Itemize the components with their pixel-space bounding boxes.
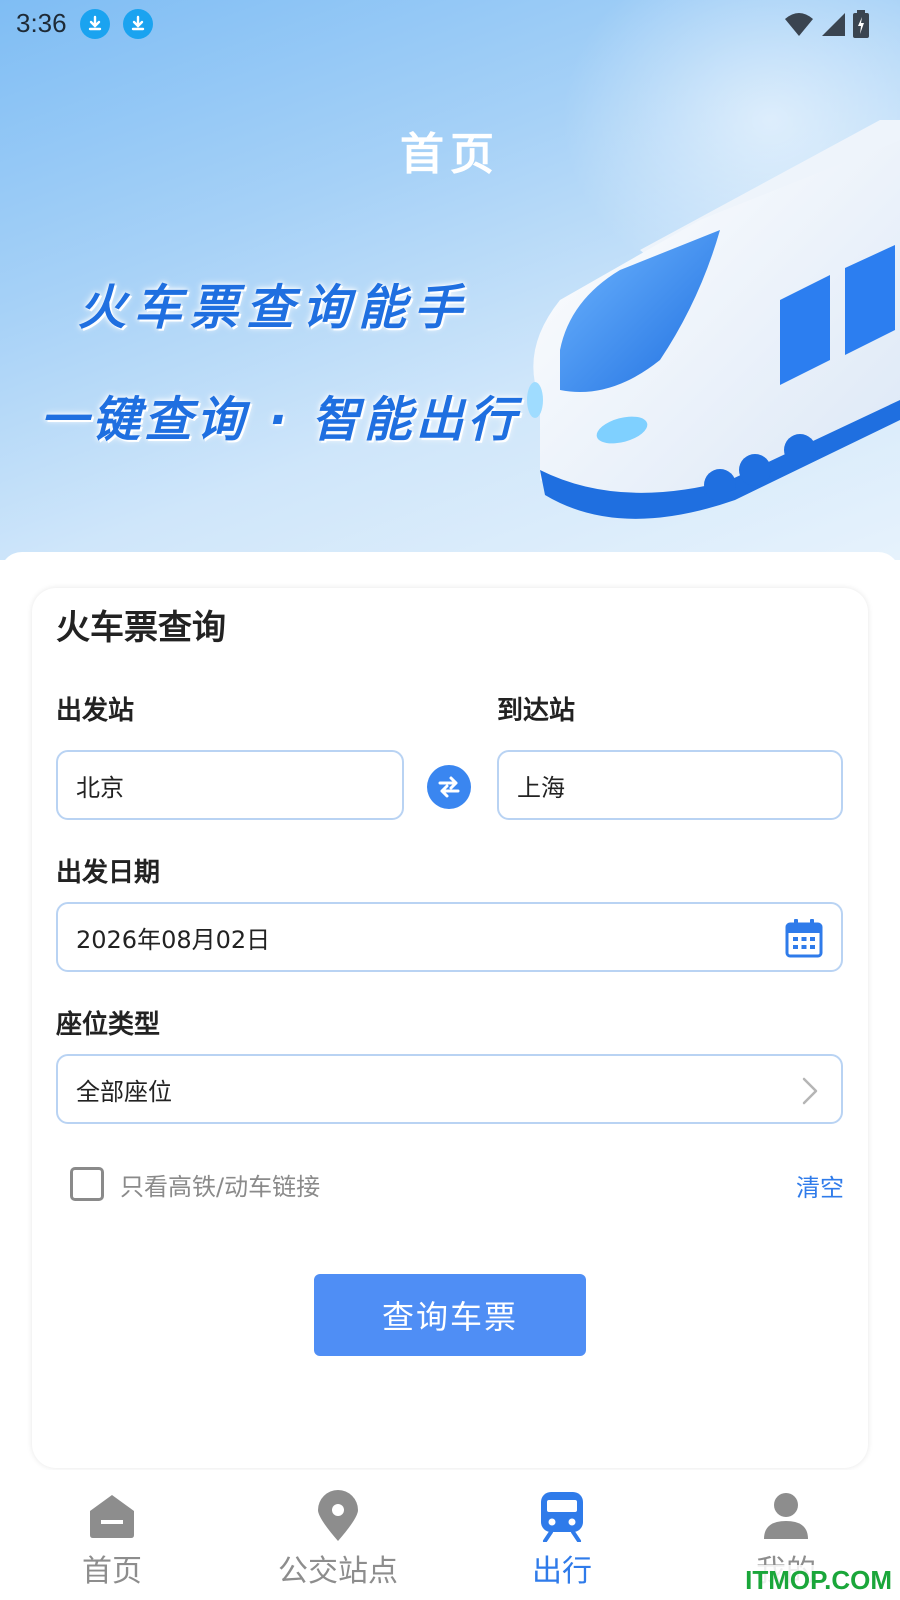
tab-bus-stations[interactable]: 公交站点 [238, 1488, 438, 1590]
seat-type-select[interactable]: 全部座位 [56, 1054, 843, 1124]
swap-arrows-icon [438, 776, 460, 798]
swap-stations-button[interactable] [427, 765, 471, 809]
form-title: 火车票查询 [56, 608, 226, 648]
chevron-right-icon [802, 1077, 818, 1105]
high-speed-only-option[interactable]: 只看高铁/动车链接 [70, 1166, 320, 1202]
departure-station-label: 出发站 [56, 696, 135, 726]
hero-slogan-primary: 火车票查询能手 [78, 280, 471, 336]
seat-type-label: 座位类型 [56, 1010, 161, 1040]
search-tickets-button[interactable]: 查询车票 [314, 1274, 586, 1356]
calendar-icon [785, 919, 823, 958]
tab-bus-stations-label: 公交站点 [278, 1554, 398, 1589]
download-notification-icon [80, 9, 110, 39]
person-icon [764, 1493, 808, 1539]
departure-date-field[interactable]: 2026年08月02日 [56, 902, 843, 972]
train-illustration [527, 120, 900, 519]
hero-slogan-secondary: 一键查询 · 智能出行 [40, 392, 520, 448]
arrival-station-value: 上海 [517, 773, 565, 802]
departure-date-label: 出发日期 [56, 858, 161, 888]
signal-icon [822, 13, 845, 36]
departure-station-input[interactable]: 北京 [56, 750, 404, 820]
battery-icon [853, 10, 869, 38]
tab-travel-label: 出行 [532, 1554, 592, 1589]
arrival-station-label: 到达站 [497, 696, 576, 726]
departure-station-value: 北京 [76, 773, 124, 802]
clear-button[interactable]: 清空 [796, 1168, 844, 1203]
hero-banner: 3:36 首页 火车票查询能手 一键查询 · 智能出行 [0, 0, 900, 560]
wifi-icon [785, 13, 813, 36]
train-icon [541, 1492, 583, 1542]
location-pin-icon [318, 1490, 358, 1541]
tab-home[interactable]: 首页 [12, 1488, 212, 1590]
home-icon [90, 1495, 134, 1538]
high-speed-only-label: 只看高铁/动车链接 [120, 1172, 321, 1201]
site-watermark: ITMOP.COM [743, 1565, 894, 1596]
download-notification-icon [123, 9, 153, 39]
tab-home-label: 首页 [82, 1554, 142, 1589]
seat-type-value: 全部座位 [76, 1077, 172, 1106]
tab-travel[interactable]: 出行 [462, 1488, 662, 1590]
departure-date-value: 2026年08月02日 [76, 925, 271, 954]
high-speed-only-checkbox[interactable] [70, 1167, 104, 1201]
status-time: 3:36 [16, 8, 67, 38]
arrival-station-input[interactable]: 上海 [497, 750, 843, 820]
status-bar: 3:36 [0, 0, 900, 48]
